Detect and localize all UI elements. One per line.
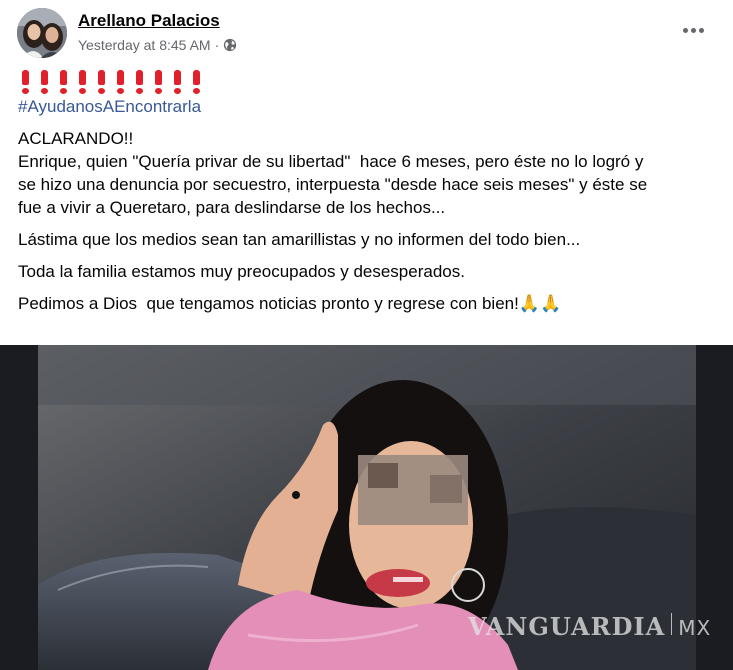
more-dot-icon <box>698 27 704 33</box>
post-paragraph: Toda la familia estamos muy preocupados … <box>18 260 718 283</box>
post-paragraph: Lástima que los medios sean tan amarilli… <box>18 228 718 251</box>
watermark-divider <box>671 613 673 635</box>
exclamation-emoji-icon <box>94 68 109 94</box>
exclamation-emoji-icon <box>75 68 90 94</box>
exclamation-emoji-icon <box>56 68 71 94</box>
avatar[interactable] <box>17 8 67 58</box>
post-text-line: se hizo una denuncia por secuestro, inte… <box>18 175 648 194</box>
author-name-link[interactable]: Arellano Palacios <box>78 11 220 31</box>
post-header: Arellano Palacios Yesterday at 8:45 AM · <box>17 8 717 60</box>
exclamation-emoji-icon <box>18 68 33 94</box>
exclamation-emoji-icon <box>113 68 128 94</box>
post-paragraph: ACLARANDO!! Enrique, quien "Quería privar… <box>18 127 718 219</box>
timestamp-link[interactable]: Yesterday at 8:45 AM <box>78 37 211 53</box>
more-dot-icon <box>682 27 688 33</box>
post-text: ACLARANDO!! Enrique, quien "Quería privar… <box>18 127 718 315</box>
exclamation-emoji-icon <box>170 68 185 94</box>
post-text-line: Lástima que los medios sean tan amarilli… <box>18 230 581 249</box>
vanguardia-watermark: VANGUARDIA MX <box>468 612 711 641</box>
exclamation-emoji-icon <box>189 68 204 94</box>
post-meta: Yesterday at 8:45 AM · <box>78 37 237 53</box>
more-dot-icon <box>690 27 696 33</box>
hashtag-link[interactable]: #AyudanosAEncontrarla <box>18 95 718 118</box>
post-text-line: ACLARANDO!! <box>18 129 134 148</box>
post-text-line: Enrique, quien "Quería privar de su libe… <box>18 152 644 171</box>
watermark-brand: VANGUARDIA <box>468 612 666 641</box>
meta-separator: · <box>214 37 220 53</box>
post-body: #AyudanosAEncontrarla ACLARANDO!! Enrique… <box>18 68 718 315</box>
post-text-line: fue a vivir a Queretaro, para deslindars… <box>18 198 446 217</box>
watermark-suffix: MX <box>678 616 712 640</box>
more-options-button[interactable] <box>678 19 708 41</box>
exclamation-emoji-icon <box>132 68 147 94</box>
post-text-line: Pedimos a Dios que tengamos noticias pro… <box>18 294 562 313</box>
post-paragraph: Pedimos a Dios que tengamos noticias pro… <box>18 292 718 315</box>
exclamation-row <box>18 68 718 95</box>
avatar-photo <box>17 8 67 58</box>
exclamation-emoji-icon <box>37 68 52 94</box>
exclamation-emoji-icon <box>151 68 166 94</box>
globe-icon[interactable] <box>223 38 237 52</box>
post-text-line: Toda la familia estamos muy preocupados … <box>18 262 465 281</box>
